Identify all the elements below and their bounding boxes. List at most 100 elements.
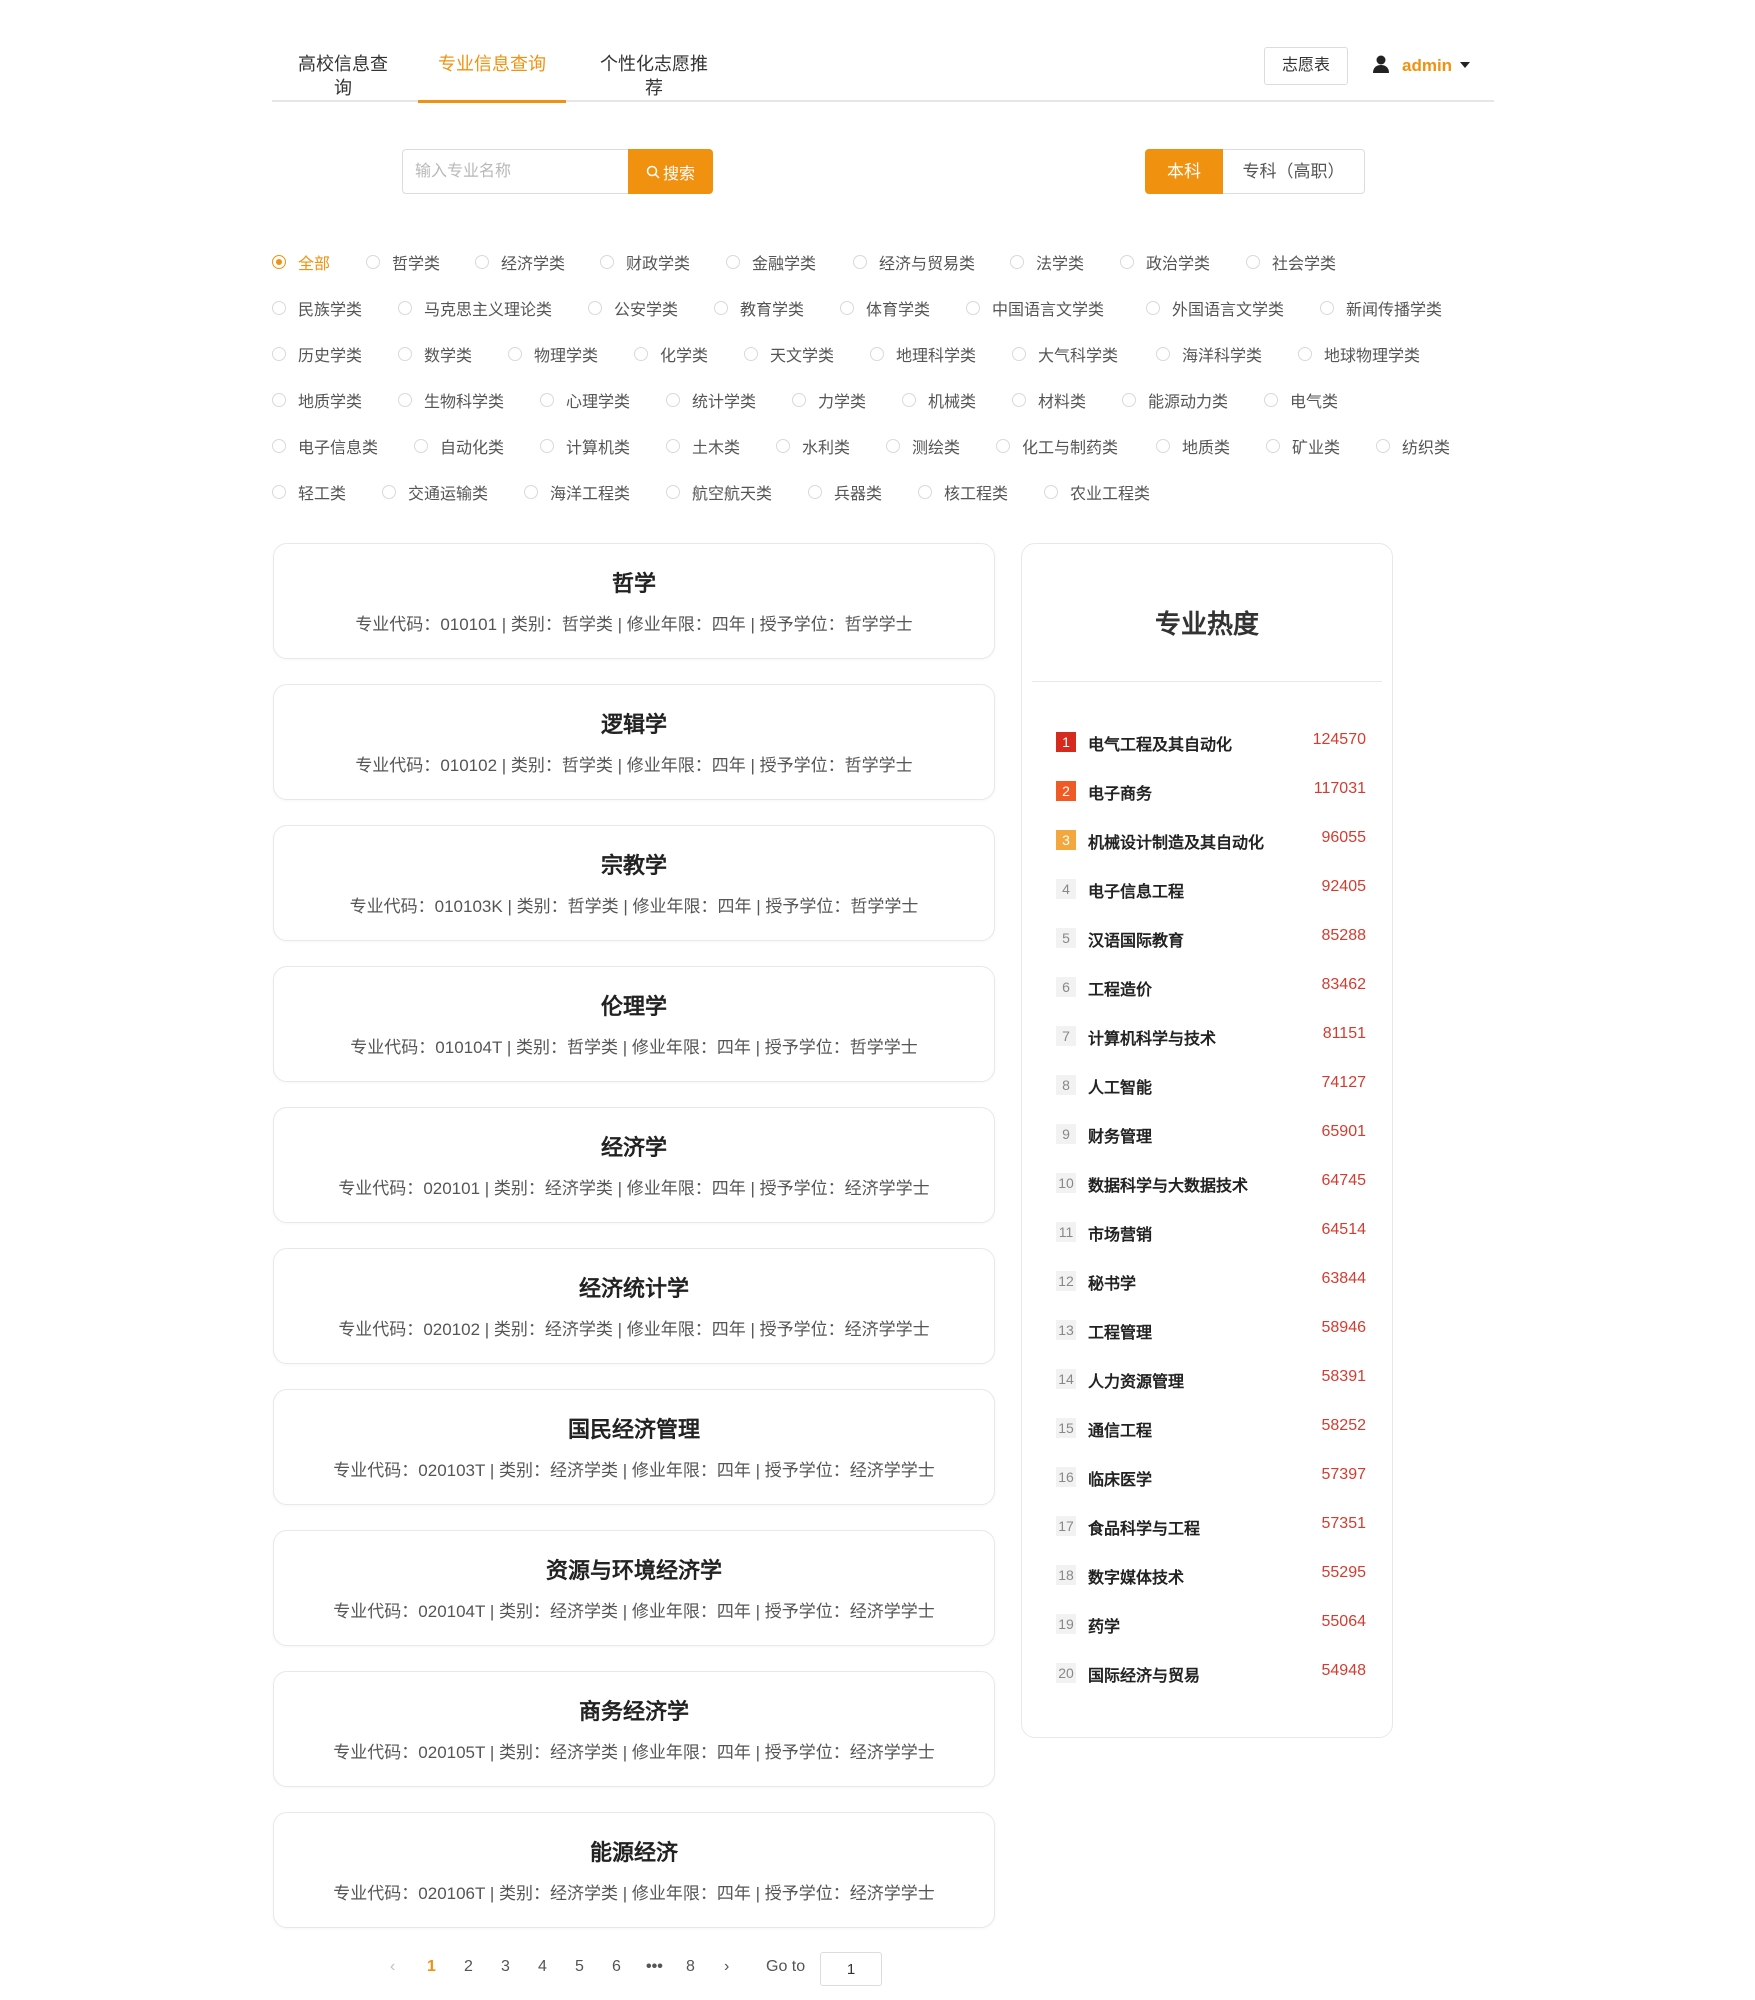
- major-card[interactable]: 逻辑学 专业代码：010102 | 类别：哲学类 | 修业年限：四年 | 授予学…: [273, 684, 995, 800]
- hot-ranking-item[interactable]: 10 数据科学与大数据技术 64745: [1056, 1169, 1366, 1199]
- page-number[interactable]: 3: [501, 1958, 510, 1976]
- category-radio[interactable]: 海洋工程类: [524, 480, 630, 504]
- category-radio[interactable]: 新闻传播学类: [1320, 296, 1442, 320]
- hot-ranking-item[interactable]: 12 秘书学 63844: [1056, 1267, 1366, 1297]
- category-radio[interactable]: 政治学类: [1120, 250, 1210, 274]
- category-radio[interactable]: 哲学类: [366, 250, 440, 274]
- page-number[interactable]: 6: [612, 1958, 621, 1976]
- category-radio[interactable]: 机械类: [902, 388, 976, 412]
- category-radio[interactable]: 测绘类: [886, 434, 960, 458]
- category-radio[interactable]: 水利类: [776, 434, 850, 458]
- category-radio[interactable]: 地球物理学类: [1298, 342, 1420, 366]
- category-radio[interactable]: 海洋科学类: [1156, 342, 1262, 366]
- hot-ranking-item[interactable]: 20 国际经济与贸易 54948: [1056, 1659, 1366, 1689]
- category-radio[interactable]: 电子信息类: [272, 434, 378, 458]
- category-radio[interactable]: 心理学类: [540, 388, 630, 412]
- category-radio[interactable]: 社会学类: [1246, 250, 1336, 274]
- goto-page-input[interactable]: [820, 1952, 882, 1986]
- category-radio[interactable]: 兵器类: [808, 480, 882, 504]
- category-radio[interactable]: 地质学类: [272, 388, 362, 412]
- hot-ranking-item[interactable]: 1 电气工程及其自动化 124570: [1056, 728, 1366, 758]
- category-radio[interactable]: 历史学类: [272, 342, 362, 366]
- category-radio[interactable]: 力学类: [792, 388, 866, 412]
- hot-ranking-item[interactable]: 7 计算机科学与技术 81151: [1056, 1022, 1366, 1052]
- category-radio[interactable]: 地质类: [1156, 434, 1230, 458]
- tab-college-query[interactable]: 高校信息查询: [290, 52, 396, 100]
- category-radio[interactable]: 体育学类: [840, 296, 930, 320]
- major-card[interactable]: 经济统计学 专业代码：020102 | 类别：经济学类 | 修业年限：四年 | …: [273, 1248, 995, 1364]
- category-radio[interactable]: 材料类: [1012, 388, 1086, 412]
- page-number[interactable]: 1: [427, 1958, 436, 1976]
- hot-ranking-item[interactable]: 2 电子商务 117031: [1056, 777, 1366, 807]
- page-number[interactable]: 8: [686, 1958, 695, 1976]
- search-input[interactable]: [402, 149, 628, 194]
- category-radio[interactable]: 经济学类: [475, 250, 565, 274]
- page-number[interactable]: 2: [464, 1958, 473, 1976]
- hot-ranking-item[interactable]: 19 药学 55064: [1056, 1610, 1366, 1640]
- tab-major-query[interactable]: 专业信息查询: [418, 52, 566, 103]
- category-radio[interactable]: 金融学类: [726, 250, 816, 274]
- category-radio[interactable]: 公安学类: [588, 296, 678, 320]
- hot-ranking-item[interactable]: 3 机械设计制造及其自动化 96055: [1056, 826, 1366, 856]
- category-radio[interactable]: 全部: [272, 250, 330, 274]
- major-card[interactable]: 能源经济 专业代码：020106T | 类别：经济学类 | 修业年限：四年 | …: [273, 1812, 995, 1928]
- page-number[interactable]: 5: [575, 1958, 584, 1976]
- category-radio[interactable]: 中国语言文学类: [966, 296, 1104, 320]
- hot-ranking-item[interactable]: 6 工程造价 83462: [1056, 973, 1366, 1003]
- category-radio[interactable]: 数学类: [398, 342, 472, 366]
- search-button[interactable]: 搜索: [628, 149, 713, 194]
- user-menu[interactable]: admin: [1402, 56, 1452, 76]
- category-radio[interactable]: 统计学类: [666, 388, 756, 412]
- category-radio[interactable]: 航空航天类: [666, 480, 772, 504]
- hot-ranking-item[interactable]: 17 食品科学与工程 57351: [1056, 1512, 1366, 1542]
- category-radio[interactable]: 生物科学类: [398, 388, 504, 412]
- category-radio[interactable]: 纺织类: [1376, 434, 1450, 458]
- next-page-icon[interactable]: ›: [724, 1958, 729, 1976]
- chevron-down-icon[interactable]: [1460, 62, 1470, 68]
- wish-list-button[interactable]: 志愿表: [1264, 47, 1348, 85]
- category-radio[interactable]: 法学类: [1010, 250, 1084, 274]
- category-radio[interactable]: 自动化类: [414, 434, 504, 458]
- category-radio[interactable]: 教育学类: [714, 296, 804, 320]
- page-number[interactable]: 4: [538, 1958, 547, 1976]
- prev-page-icon[interactable]: ‹: [390, 1958, 395, 1976]
- category-radio[interactable]: 财政学类: [600, 250, 690, 274]
- major-card[interactable]: 资源与环境经济学 专业代码：020104T | 类别：经济学类 | 修业年限：四…: [273, 1530, 995, 1646]
- hot-ranking-item[interactable]: 4 电子信息工程 92405: [1056, 875, 1366, 905]
- category-radio[interactable]: 马克思主义理论类: [398, 296, 552, 320]
- category-radio[interactable]: 地理科学类: [870, 342, 976, 366]
- hot-ranking-item[interactable]: 9 财务管理 65901: [1056, 1120, 1366, 1150]
- major-card[interactable]: 经济学 专业代码：020101 | 类别：经济学类 | 修业年限：四年 | 授予…: [273, 1107, 995, 1223]
- level-undergraduate-button[interactable]: 本科: [1145, 149, 1223, 194]
- category-radio[interactable]: 化学类: [634, 342, 708, 366]
- major-card[interactable]: 国民经济管理 专业代码：020103T | 类别：经济学类 | 修业年限：四年 …: [273, 1389, 995, 1505]
- hot-ranking-item[interactable]: 13 工程管理 58946: [1056, 1316, 1366, 1346]
- category-radio[interactable]: 化工与制药类: [996, 434, 1118, 458]
- category-radio[interactable]: 民族学类: [272, 296, 362, 320]
- category-radio[interactable]: 能源动力类: [1122, 388, 1228, 412]
- category-radio[interactable]: 土木类: [666, 434, 740, 458]
- category-radio[interactable]: 天文学类: [744, 342, 834, 366]
- more-pages-icon[interactable]: •••: [646, 1958, 663, 1976]
- category-radio[interactable]: 轻工类: [272, 480, 346, 504]
- category-radio[interactable]: 物理学类: [508, 342, 598, 366]
- level-vocational-button[interactable]: 专科（高职）: [1223, 149, 1365, 194]
- category-radio[interactable]: 大气科学类: [1012, 342, 1118, 366]
- hot-ranking-item[interactable]: 14 人力资源管理 58391: [1056, 1365, 1366, 1395]
- major-card[interactable]: 商务经济学 专业代码：020105T | 类别：经济学类 | 修业年限：四年 |…: [273, 1671, 995, 1787]
- category-radio[interactable]: 电气类: [1264, 388, 1338, 412]
- category-radio[interactable]: 外国语言文学类: [1146, 296, 1284, 320]
- category-radio[interactable]: 矿业类: [1266, 434, 1340, 458]
- hot-ranking-item[interactable]: 18 数字媒体技术 55295: [1056, 1561, 1366, 1591]
- category-radio[interactable]: 农业工程类: [1044, 480, 1150, 504]
- hot-ranking-item[interactable]: 8 人工智能 74127: [1056, 1071, 1366, 1101]
- tab-recommendation[interactable]: 个性化志愿推荐: [592, 52, 716, 100]
- hot-ranking-item[interactable]: 16 临床医学 57397: [1056, 1463, 1366, 1493]
- category-radio[interactable]: 核工程类: [918, 480, 1008, 504]
- major-card[interactable]: 宗教学 专业代码：010103K | 类别：哲学类 | 修业年限：四年 | 授予…: [273, 825, 995, 941]
- hot-ranking-item[interactable]: 5 汉语国际教育 85288: [1056, 924, 1366, 954]
- category-radio[interactable]: 经济与贸易类: [853, 250, 975, 274]
- category-radio[interactable]: 交通运输类: [382, 480, 488, 504]
- hot-ranking-item[interactable]: 15 通信工程 58252: [1056, 1414, 1366, 1444]
- hot-ranking-item[interactable]: 11 市场营销 64514: [1056, 1218, 1366, 1248]
